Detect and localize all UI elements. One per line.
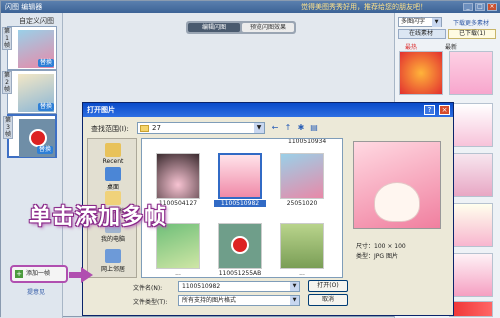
no-entry-sign-icon bbox=[231, 236, 249, 254]
place-label: 桌面 bbox=[106, 184, 119, 191]
material-category-value: 多图闪字 bbox=[401, 18, 426, 25]
filetype-value: 所有支持的图片格式 bbox=[182, 297, 237, 304]
file-item[interactable]: ... bbox=[156, 223, 200, 277]
lookin-value: 27 bbox=[152, 124, 161, 132]
maximize-button[interactable]: □ bbox=[475, 3, 485, 11]
pointer-arrow-icon bbox=[81, 267, 93, 283]
tab-edit-flash[interactable]: 编辑闪图 bbox=[188, 23, 240, 32]
new-folder-icon[interactable]: ✱ bbox=[295, 122, 307, 134]
material-thumbnail[interactable] bbox=[449, 153, 493, 197]
open-button[interactable]: 打开(O) bbox=[308, 280, 348, 292]
chevron-down-icon: ▼ bbox=[290, 296, 299, 305]
slogan-link[interactable]: 觉得美图秀秀好用，推荐给您的朋友吧！ bbox=[301, 1, 427, 13]
frame-item-2[interactable]: 第2帧 替换 bbox=[2, 70, 57, 114]
close-button[interactable]: × bbox=[487, 3, 497, 11]
chevron-down-icon: ▼ bbox=[254, 123, 264, 133]
file-name: 1100510982 bbox=[214, 200, 266, 207]
frame-item-1[interactable]: 第1帧 替换 bbox=[2, 26, 57, 70]
filename-value: 1100510982 bbox=[182, 283, 221, 290]
file-name: 110051255AB bbox=[218, 270, 262, 277]
frame-label: 第3帧 bbox=[3, 116, 13, 139]
file-thumbnail bbox=[156, 153, 200, 199]
file-name: 25051020 bbox=[286, 200, 318, 207]
chevron-down-icon: ▼ bbox=[290, 282, 299, 291]
add-frame-label: 添加一帧 bbox=[26, 270, 51, 277]
download-more-link[interactable]: 下载更多素材 bbox=[453, 18, 489, 27]
tab-downloaded-materials[interactable]: 已下载(1) bbox=[448, 29, 496, 39]
folder-icon bbox=[140, 125, 149, 132]
file-thumbnail bbox=[280, 153, 324, 199]
filter-hot[interactable]: 最热 bbox=[405, 42, 417, 51]
up-folder-icon[interactable]: ↑ bbox=[282, 122, 294, 134]
recent-icon bbox=[105, 143, 121, 157]
app-window: 闪图 编辑器 觉得美图秀秀好用，推荐给您的朋友吧！ _ □ × 自定义闪图 第1… bbox=[0, 0, 500, 318]
place-desktop[interactable]: 桌面 bbox=[88, 167, 138, 191]
material-thumbnail[interactable] bbox=[449, 203, 493, 247]
material-thumbnail[interactable] bbox=[449, 51, 493, 95]
chevron-down-icon: ▼ bbox=[432, 18, 441, 27]
material-category-select[interactable]: 多图闪字 ▼ bbox=[398, 17, 442, 27]
file-name: ... bbox=[175, 270, 181, 277]
tab-preview-flash[interactable]: 预览闪图效果 bbox=[242, 23, 294, 32]
app-title: 闪图 编辑器 bbox=[5, 3, 43, 11]
material-thumbnail[interactable] bbox=[449, 103, 493, 147]
file-thumbnail bbox=[280, 223, 324, 269]
frame-label: 第1帧 bbox=[2, 27, 12, 50]
file-name-partial: 1100510934 bbox=[288, 138, 327, 145]
title-bar: 闪图 编辑器 觉得美图秀秀好用，推荐给您的朋友吧！ _ □ × bbox=[1, 1, 500, 13]
filetype-select[interactable]: 所有支持的图片格式 ▼ bbox=[178, 295, 300, 306]
place-recent[interactable]: Recent bbox=[88, 143, 138, 165]
lookin-select[interactable]: 27 ▼ bbox=[137, 122, 265, 134]
dialog-close-button[interactable]: × bbox=[439, 105, 450, 115]
place-label: Recent bbox=[102, 158, 124, 165]
back-icon[interactable]: ← bbox=[269, 122, 281, 134]
frame-item-3[interactable]: 第3帧 替换 bbox=[3, 114, 57, 158]
file-thumbnail bbox=[218, 223, 262, 269]
image-preview bbox=[353, 141, 441, 229]
material-thumbnail[interactable] bbox=[449, 301, 493, 317]
file-list[interactable]: 1100510934 1100504127 1100510982 2505102… bbox=[141, 138, 343, 278]
lookin-label: 查找范围(I): bbox=[91, 125, 129, 133]
place-label: 我的电脑 bbox=[100, 236, 125, 243]
preview-file-type: 类型：JPG 图片 bbox=[356, 253, 398, 260]
dialog-title: 打开图片 bbox=[83, 103, 453, 117]
replace-button[interactable]: 替换 bbox=[37, 59, 54, 67]
frame-label: 第2帧 bbox=[2, 71, 12, 94]
filename-label: 文件名(N): bbox=[133, 285, 163, 292]
network-icon bbox=[105, 249, 121, 263]
feedback-link[interactable]: 提意见 bbox=[27, 287, 45, 296]
material-thumbnail[interactable] bbox=[449, 253, 493, 297]
replace-button[interactable]: 替换 bbox=[36, 146, 53, 154]
minimize-button[interactable]: _ bbox=[463, 3, 473, 11]
tab-online-materials[interactable]: 在线素材 bbox=[398, 29, 446, 39]
cancel-button[interactable]: 取消 bbox=[308, 294, 348, 306]
frames-panel-title: 自定义闪图 bbox=[19, 17, 54, 25]
desktop-icon bbox=[105, 167, 121, 181]
add-frame-icon: + bbox=[15, 270, 23, 278]
filename-input[interactable]: 1100510982 ▼ bbox=[178, 281, 300, 292]
file-thumbnail bbox=[218, 153, 262, 199]
place-label: 网上邻居 bbox=[100, 266, 125, 273]
file-item[interactable]: 25051020 bbox=[280, 153, 324, 209]
preview-dimensions: 尺寸：100 × 100 bbox=[356, 243, 406, 250]
file-item[interactable]: ... bbox=[280, 223, 324, 277]
mode-tabs: 编辑闪图 预览闪图效果 bbox=[186, 21, 296, 34]
material-thumbnail[interactable] bbox=[399, 51, 443, 95]
add-frame-button[interactable]: + 添加一帧 bbox=[10, 265, 68, 283]
file-item-selected[interactable]: 1100510982 bbox=[214, 153, 266, 209]
replace-button[interactable]: 替换 bbox=[37, 103, 54, 111]
no-entry-sign-icon bbox=[29, 129, 47, 147]
tutorial-caption: 单击添加多帧 bbox=[29, 205, 168, 230]
filter-new[interactable]: 最新 bbox=[445, 42, 457, 51]
filetype-label: 文件类型(T): bbox=[133, 299, 168, 306]
place-network[interactable]: 网上邻居 bbox=[88, 249, 138, 273]
view-menu-icon[interactable]: ▤ bbox=[308, 122, 320, 134]
help-button[interactable]: ? bbox=[424, 105, 435, 115]
file-item[interactable]: 110051255AB bbox=[218, 223, 262, 277]
kitten-image bbox=[374, 182, 420, 222]
file-name: ... bbox=[299, 270, 305, 277]
